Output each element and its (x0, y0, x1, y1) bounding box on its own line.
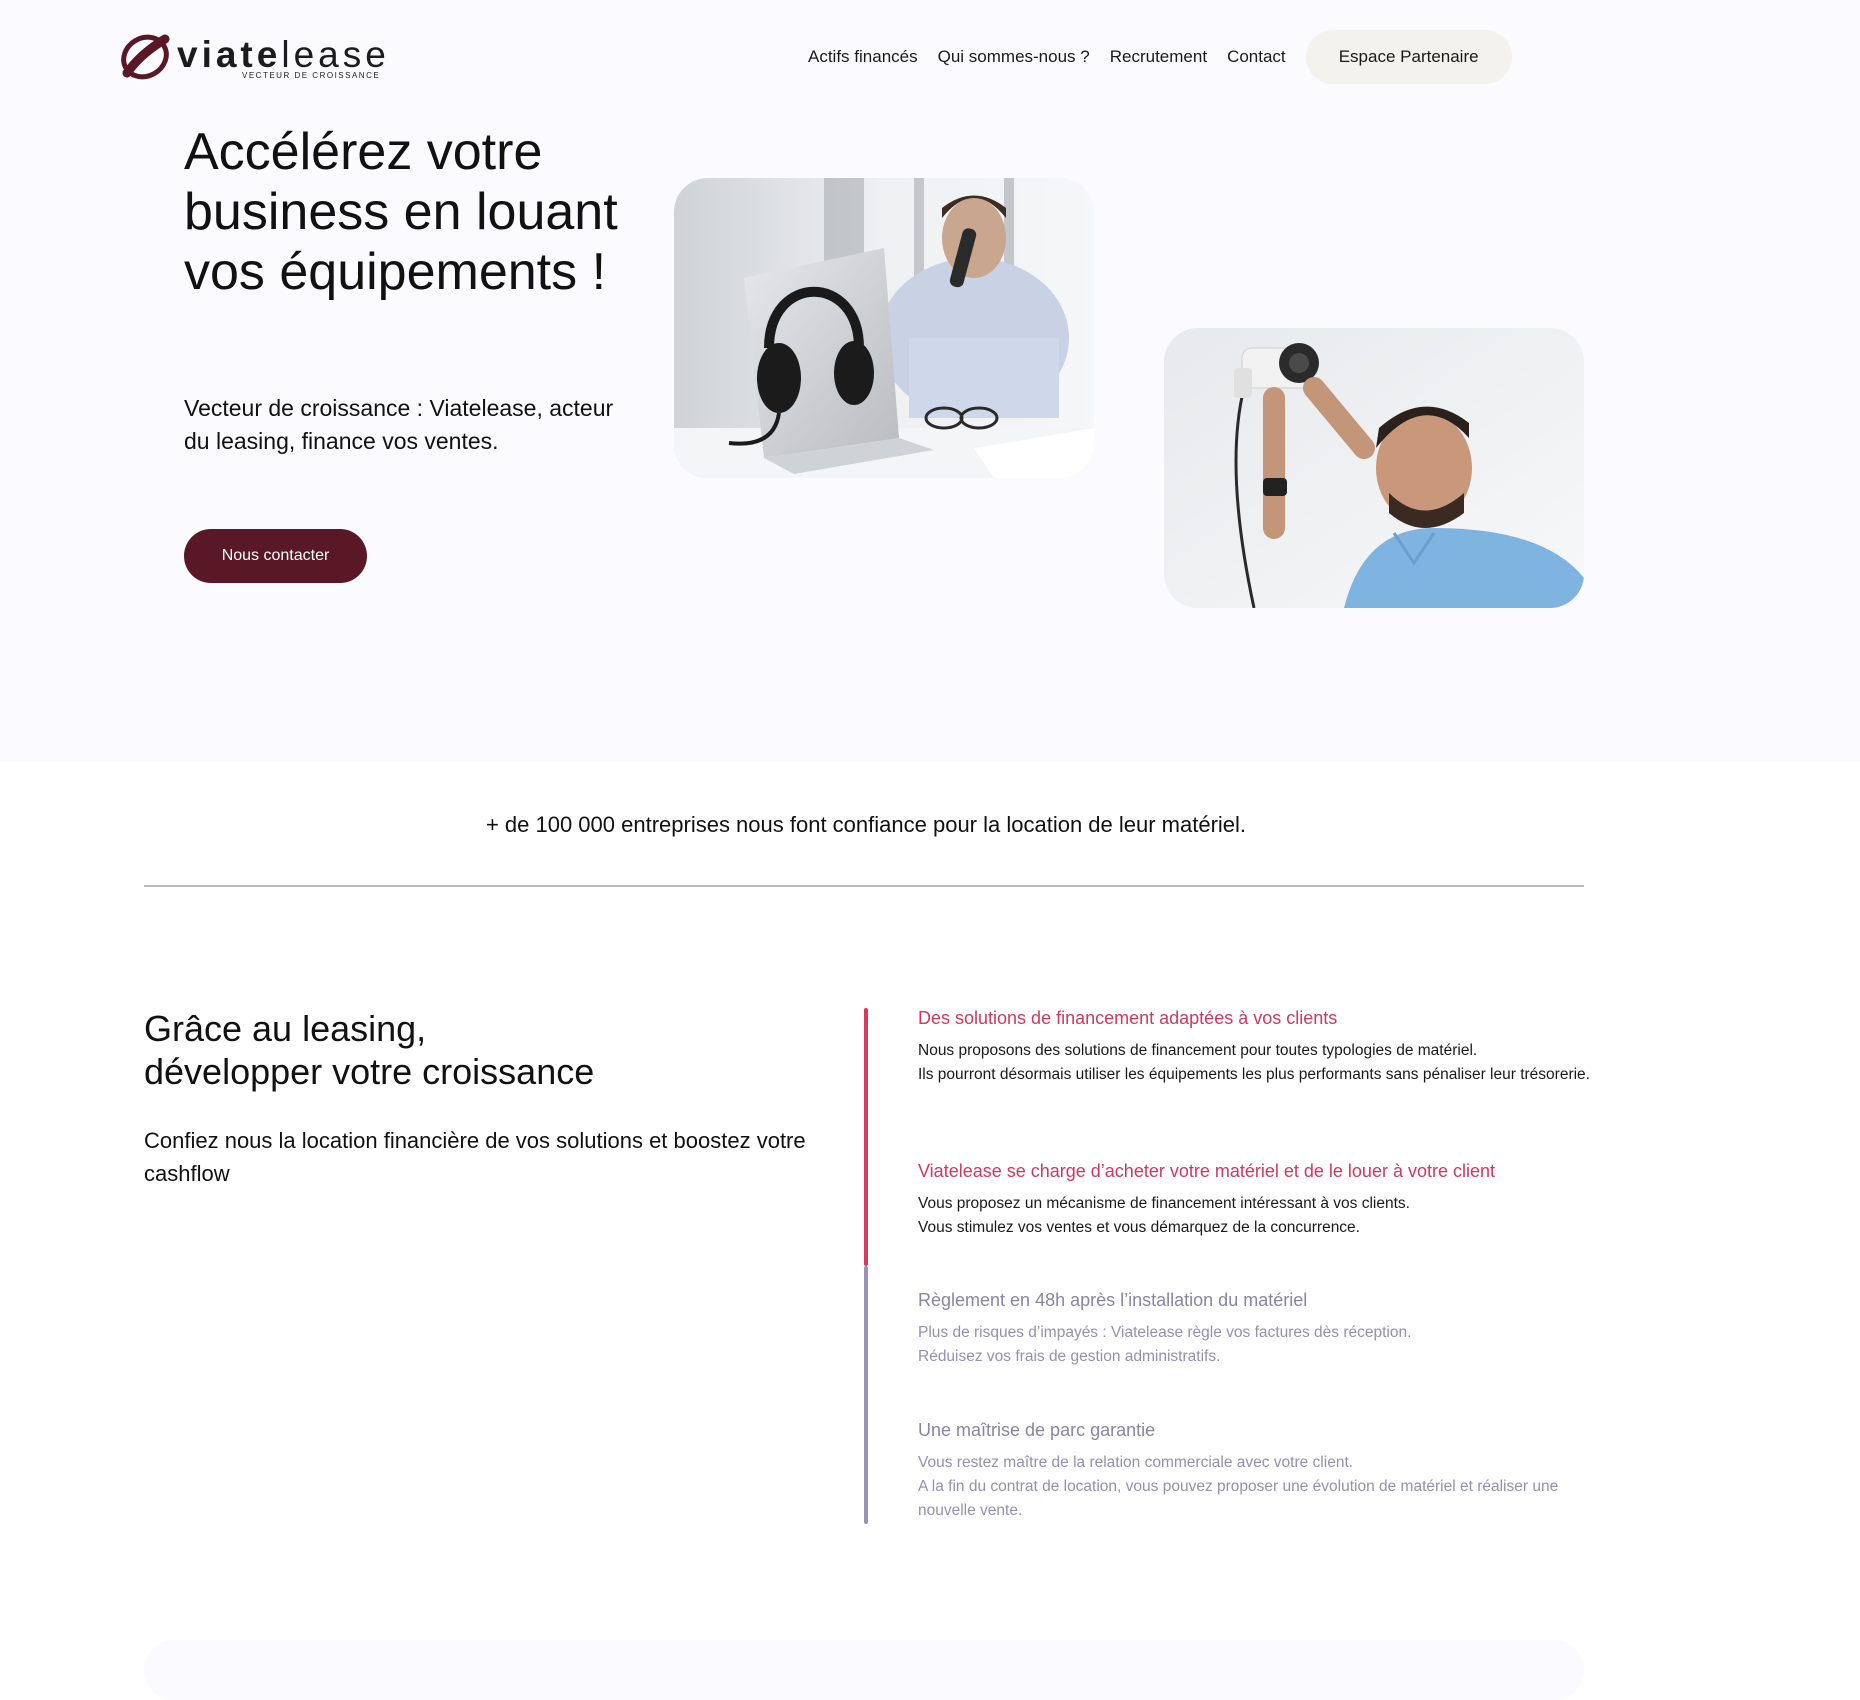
timeline-progress-active (864, 1008, 868, 1266)
feature-description: Plus de risques d’impayés : Viatelease r… (918, 1324, 1412, 1365)
hero-image-support-headset (674, 178, 1094, 478)
feature-title: Règlement en 48h après l’installation du… (918, 1290, 1308, 1310)
logo-tagline: Vecteur de croissance (242, 71, 381, 80)
feature-description: Vous proposez un mécanisme de financemen… (918, 1195, 1410, 1236)
main-nav: Actifs financés Qui sommes-nous ? Recrut… (808, 30, 1512, 84)
feature-item[interactable]: Une maîtrise de parc garantie Vous reste… (918, 1419, 1598, 1523)
logo-wordmark: viatelease (177, 35, 390, 75)
nav-item-qui-sommes-nous[interactable]: Qui sommes-nous ? (938, 47, 1090, 67)
feature-description: Vous restez maître de la relation commer… (918, 1454, 1559, 1519)
feature-item[interactable]: Viatelease se charge d’acheter votre mat… (918, 1160, 1598, 1240)
camera-installer-illustration (1164, 328, 1584, 608)
section-divider (144, 885, 1584, 887)
viatelease-logo[interactable]: viatelease Vecteur de croissance (119, 33, 386, 83)
hero-title: Accélérez votre business en louant vos é… (184, 123, 618, 301)
logo-wordmark-bold: viate (177, 34, 282, 75)
growth-title-line2: développer votre croissance (144, 1051, 595, 1092)
logo-swoosh-icon (121, 34, 170, 80)
logo-wordmark-light: lease (281, 34, 390, 75)
nous-contacter-button[interactable]: Nous contacter (184, 529, 367, 583)
next-section-card (144, 1640, 1584, 1700)
headset-laptop-illustration (674, 178, 1094, 478)
feature-title: Une maîtrise de parc garantie (918, 1420, 1156, 1440)
hero-image-camera-install (1164, 328, 1584, 608)
trust-statement: + de 100 000 entreprises nous font confi… (485, 812, 1247, 837)
espace-partenaire-button[interactable]: Espace Partenaire (1305, 30, 1512, 84)
nav-item-recrutement[interactable]: Recrutement (1110, 47, 1207, 67)
feature-title: Des solutions de financement adaptées à … (918, 1008, 1338, 1028)
timeline-progress-rest (864, 1266, 868, 1524)
feature-item[interactable]: Des solutions de financement adaptées à … (918, 1007, 1598, 1087)
feature-item[interactable]: Règlement en 48h après l’installation du… (918, 1289, 1598, 1369)
growth-title-line1: Grâce au leasing, (144, 1008, 427, 1049)
nav-item-actifs-finances[interactable]: Actifs financés (808, 47, 918, 67)
growth-title: Grâce au leasing, développer votre crois… (144, 1007, 844, 1093)
growth-subtitle: Confiez nous la location financière de v… (144, 1128, 806, 1186)
feature-description: Nous proposons des solutions de financem… (918, 1042, 1590, 1083)
feature-title: Viatelease se charge d’acheter votre mat… (918, 1161, 1495, 1181)
hero-subtitle: Vecteur de croissance : Viatelease, acte… (184, 395, 614, 454)
nav-item-contact[interactable]: Contact (1227, 47, 1286, 67)
